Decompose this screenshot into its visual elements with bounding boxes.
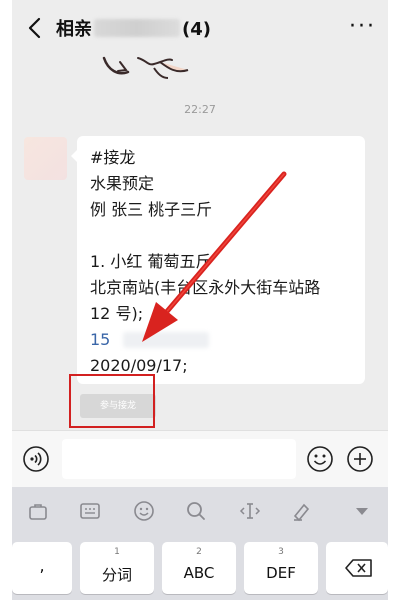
emoji-panel-icon[interactable] bbox=[132, 499, 156, 523]
message-text-input[interactable] bbox=[62, 439, 296, 479]
emoji-icon[interactable] bbox=[306, 445, 334, 473]
chat-title: 相亲 (4) bbox=[56, 15, 211, 41]
key-label: 分词 bbox=[101, 566, 132, 584]
keyboard-layout-icon[interactable] bbox=[78, 499, 102, 523]
handwriting-icon[interactable] bbox=[290, 499, 314, 523]
message-line: 例 张三 桃子三斤 bbox=[90, 200, 213, 219]
chat-header: 相亲 (4) ··· bbox=[12, 0, 388, 56]
message-timestamp: 22:27 bbox=[184, 103, 216, 116]
more-options-icon[interactable]: ··· bbox=[349, 14, 376, 39]
key-def[interactable]: 3 DEF bbox=[244, 542, 318, 594]
sender-avatar[interactable] bbox=[24, 137, 67, 180]
backspace-icon bbox=[345, 559, 372, 577]
member-count: (4) bbox=[182, 19, 211, 40]
chat-area[interactable]: 22:27 #接龙 水果预定 例 张三 桃子三斤 1. 小红 葡萄五斤 北京南站… bbox=[12, 56, 388, 430]
highlight-box bbox=[69, 374, 155, 428]
key-number: 1 bbox=[114, 547, 120, 557]
chat-title-prefix: 相亲 bbox=[56, 19, 92, 40]
sticker-image bbox=[102, 56, 189, 79]
voice-input-icon[interactable] bbox=[22, 445, 50, 473]
message-line: 1. 小红 葡萄五斤 bbox=[90, 252, 212, 271]
message-bubble[interactable]: #接龙 水果预定 例 张三 桃子三斤 1. 小红 葡萄五斤 北京南站(丰台区永外… bbox=[71, 136, 365, 384]
key-abc[interactable]: 2 ABC bbox=[162, 542, 236, 594]
message-input-bar bbox=[12, 430, 388, 487]
message-line: 水果预定 bbox=[90, 174, 155, 193]
message-line: 12 号); bbox=[90, 304, 144, 323]
cursor-move-icon[interactable] bbox=[238, 499, 262, 523]
blurred-phone-digits bbox=[123, 332, 209, 348]
toolbox-icon[interactable] bbox=[26, 499, 50, 523]
message-line: #接龙 bbox=[90, 148, 136, 167]
phone-screen: 相亲 (4) ··· 22:27 #接龙 水果预定 例 张三 桃子三斤 1. 小红… bbox=[12, 0, 388, 600]
key-number: 2 bbox=[196, 547, 202, 557]
blurred-group-name bbox=[94, 19, 180, 37]
back-arrow-icon[interactable] bbox=[22, 14, 48, 42]
key-label: , bbox=[39, 556, 45, 575]
key-label: DEF bbox=[266, 564, 296, 582]
key-label: ABC bbox=[183, 564, 215, 582]
message-line: 2020/09/17; bbox=[90, 356, 188, 375]
phone-number-link[interactable]: 15 bbox=[90, 330, 110, 350]
plus-more-icon[interactable] bbox=[346, 445, 374, 473]
key-number: 3 bbox=[278, 547, 284, 557]
key-delete[interactable] bbox=[326, 542, 388, 594]
key-fenci[interactable]: 1 分词 bbox=[80, 542, 154, 594]
collapse-keyboard-icon[interactable] bbox=[350, 499, 374, 523]
search-icon[interactable] bbox=[184, 499, 208, 523]
message-line: 北京南站(丰台区永外大街车站路 bbox=[90, 278, 321, 297]
ime-keyboard: , 1 分词 2 ABC 3 DEF bbox=[12, 487, 388, 600]
key-comma[interactable]: , bbox=[12, 542, 72, 594]
